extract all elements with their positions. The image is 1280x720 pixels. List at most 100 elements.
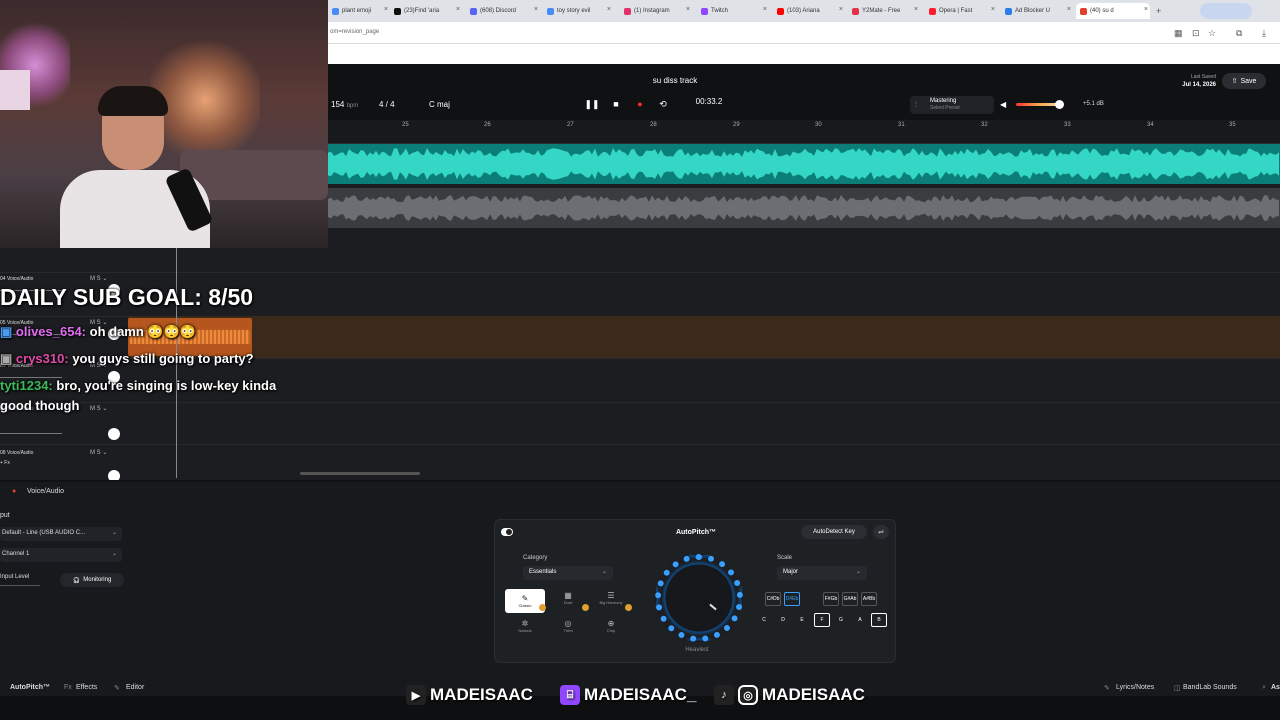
tab-favicon-icon xyxy=(777,7,784,15)
add-fx-label[interactable]: + Fx xyxy=(0,460,10,466)
new-tab-button[interactable]: + xyxy=(1152,3,1168,19)
autopitch-panel: AutoPitch™ AutoDetect Key ⇌ Category Ess… xyxy=(494,519,896,663)
category-label: Category xyxy=(523,555,548,561)
key-a-sharp[interactable]: A#Bb xyxy=(861,592,877,606)
key-d-sharp[interactable]: D#Eb xyxy=(784,592,800,606)
bandlab-sounds-button[interactable]: BandLab Sounds xyxy=(1183,684,1237,691)
solo-button[interactable]: S xyxy=(97,276,101,282)
inspector-track-name: Voice/Audio xyxy=(27,488,64,495)
chevron-down-icon: ⌄ xyxy=(111,530,117,536)
tab-favicon-icon xyxy=(547,7,554,15)
track-pan-knob[interactable] xyxy=(108,428,120,440)
settings-sliders-icon[interactable]: ⇌ xyxy=(873,525,889,539)
horizontal-scrollbar[interactable] xyxy=(300,472,420,475)
close-icon[interactable]: × xyxy=(839,6,843,13)
browser-tab[interactable]: (1) Instagram × xyxy=(620,3,692,19)
key-display[interactable]: C maj xyxy=(429,100,450,109)
key-c[interactable]: C xyxy=(756,613,772,627)
close-icon[interactable]: × xyxy=(456,6,460,13)
close-icon[interactable]: × xyxy=(1067,6,1071,13)
key-f[interactable]: F xyxy=(814,613,830,627)
style-natural-button[interactable]: ✲ Natural xyxy=(505,614,545,638)
browser-tab-active[interactable]: (40) su d × xyxy=(1076,3,1150,19)
key-a[interactable]: A xyxy=(852,613,868,627)
category-dropdown[interactable]: Essentials ⌄ xyxy=(523,566,613,580)
puzzle-icon[interactable]: ⧉ xyxy=(1236,28,1242,39)
browser-tab[interactable]: plant emoji × xyxy=(328,3,390,19)
close-icon[interactable]: × xyxy=(384,6,388,13)
key-e[interactable]: E xyxy=(794,613,810,627)
chevron-down-icon: ⌄ xyxy=(601,569,607,575)
pen-icon: ✎ xyxy=(1104,685,1110,692)
mute-button[interactable]: M xyxy=(90,276,95,282)
url-text[interactable]: om=revision_page xyxy=(330,29,379,35)
close-icon[interactable]: × xyxy=(686,6,690,13)
style-chip-button[interactable]: ⊕ Chip xyxy=(591,614,631,638)
profile-button[interactable] xyxy=(1200,3,1252,19)
time-signature[interactable]: 4 / 4 xyxy=(379,100,395,109)
chevron-down-icon: ⌄ xyxy=(111,551,117,557)
key-b[interactable]: B xyxy=(871,613,887,627)
solo-button[interactable]: S xyxy=(97,450,101,456)
tab-favicon-icon xyxy=(470,7,477,15)
close-icon[interactable]: × xyxy=(763,6,767,13)
browser-tab[interactable]: Twitch × xyxy=(697,3,769,19)
twitch-handle: ⌸ MADEISAAC_ xyxy=(560,684,696,706)
browser-tab[interactable]: (608) Discord × xyxy=(466,3,540,19)
browser-tab[interactable]: (23)Find 'aria × xyxy=(390,3,462,19)
autodetect-key-button[interactable]: AutoDetect Key xyxy=(801,525,867,539)
intensity-knob[interactable] xyxy=(655,554,743,642)
close-icon[interactable]: × xyxy=(991,6,995,13)
close-icon[interactable]: × xyxy=(607,6,611,13)
mute-button[interactable]: M xyxy=(90,406,95,412)
tab-favicon-icon xyxy=(624,7,631,15)
solo-button[interactable]: S xyxy=(97,406,101,412)
master-volume-slider[interactable] xyxy=(1016,103,1060,106)
browser-tab[interactable]: (103) Ariana × xyxy=(773,3,845,19)
mute-button[interactable]: M xyxy=(90,450,95,456)
ruler-bar-number: 33 xyxy=(1064,122,1071,128)
input-device-dropdown[interactable]: Default - Line (USB AUDIO C... ⌄ xyxy=(0,527,122,541)
scale-dropdown[interactable]: Major ⌄ xyxy=(777,566,867,580)
speaker-mute-icon[interactable]: ◀︎ xyxy=(1000,100,1006,109)
natural-icon: ✲ xyxy=(521,619,529,628)
browser-tab[interactable]: Ad Blocker U × xyxy=(1001,3,1073,19)
mastering-preset-button[interactable]: ⫶ Mastering Select Preset xyxy=(910,96,994,114)
pause-button[interactable]: ❚❚ xyxy=(584,98,599,110)
stop-button[interactable]: ■ xyxy=(609,98,623,110)
browser-tab[interactable]: toy story evil × xyxy=(543,3,613,19)
monitoring-button[interactable]: 🎧︎ Monitoring xyxy=(60,573,124,587)
key-g[interactable]: G xyxy=(833,613,849,627)
key-g-sharp[interactable]: G#Ab xyxy=(842,592,858,606)
channel-dropdown[interactable]: Channel 1 ⌄ xyxy=(0,548,122,562)
key-c-sharp[interactable]: C#Db xyxy=(765,592,781,606)
master-volume-handle[interactable] xyxy=(1055,100,1064,109)
timeline-ruler[interactable]: 25 26 27 28 29 30 31 32 33 34 35 xyxy=(328,120,1280,144)
record-button[interactable]: ● xyxy=(633,98,647,110)
editor-tab[interactable]: Editor xyxy=(126,684,144,691)
track-volume-fader[interactable] xyxy=(0,433,62,434)
close-icon[interactable]: × xyxy=(1144,6,1148,13)
bookmark-star-icon[interactable]: ☆ xyxy=(1208,28,1216,39)
download-icon[interactable]: ⤓ xyxy=(1262,28,1266,39)
effects-tab[interactable]: Effects xyxy=(76,684,97,691)
chevron-down-icon: ⌄ xyxy=(855,569,861,575)
audio-clip-teal[interactable] xyxy=(328,144,1280,184)
extension-icon[interactable]: ▦ xyxy=(1174,28,1183,39)
key-d[interactable]: D xyxy=(775,613,791,627)
time-counter: 00:33.2 xyxy=(695,97,723,106)
ruler-bar-number: 25 xyxy=(402,122,409,128)
key-f-sharp[interactable]: F#Gb xyxy=(823,592,839,606)
browser-tab[interactable]: Y2Mate - Free × xyxy=(848,3,920,19)
translate-icon[interactable]: ⊡ xyxy=(1192,28,1200,39)
audio-clip-grey[interactable] xyxy=(328,188,1280,228)
browser-tab[interactable]: Opera | Fast × xyxy=(925,3,997,19)
loop-button[interactable]: ⟲ xyxy=(656,98,670,110)
save-button[interactable]: ⇧ Save xyxy=(1222,73,1266,89)
close-icon[interactable]: × xyxy=(534,6,538,13)
lyrics-notes-button[interactable]: Lyrics/Notes xyxy=(1116,684,1154,691)
tempo-display[interactable]: 154 bpm xyxy=(331,100,358,109)
style-third-button[interactable]: ◎ Third xyxy=(548,614,588,638)
autopitch-tab[interactable]: AutoPitch™ xyxy=(10,684,50,691)
close-icon[interactable]: × xyxy=(914,6,918,13)
